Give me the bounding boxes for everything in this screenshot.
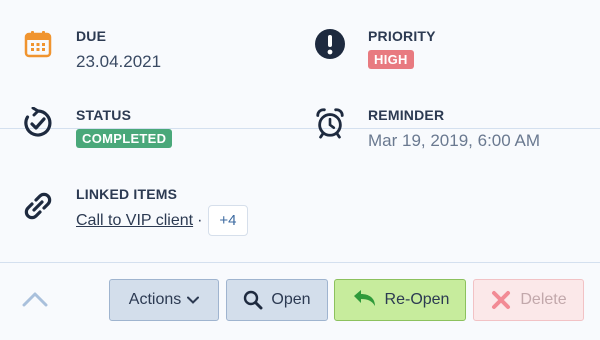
status-field: STATUS COMPLETED — [22, 107, 282, 157]
linked-items-field: LINKED ITEMS Call to VIP client · +4 — [22, 186, 342, 242]
status-check-icon — [22, 107, 54, 139]
actions-button[interactable]: Actions — [109, 279, 219, 321]
due-label: DUE — [76, 28, 107, 44]
reminder-value: Mar 19, 2019, 6:00 AM — [368, 131, 540, 150]
collapse-button[interactable] — [21, 290, 49, 312]
linked-items-label: LINKED ITEMS — [76, 186, 178, 202]
delete-label: Delete — [520, 291, 567, 308]
chevron-down-icon — [187, 296, 200, 304]
link-icon — [22, 190, 54, 222]
actions-label: Actions — [128, 291, 182, 308]
open-button[interactable]: Open — [226, 279, 328, 321]
open-label: Open — [271, 291, 311, 308]
due-field: DUE 23.04.2021 — [22, 28, 282, 78]
status-badge: COMPLETED — [76, 129, 173, 148]
calendar-icon — [22, 28, 54, 60]
priority-badge: HIGH — [368, 50, 414, 69]
undo-arrow-icon — [351, 289, 377, 311]
reminder-field: REMINDER Mar 19, 2019, 6:00 AM — [314, 107, 584, 157]
more-linked-button[interactable]: +4 — [208, 205, 248, 236]
footer-divider — [0, 262, 600, 263]
status-label: STATUS — [76, 107, 132, 123]
close-icon — [490, 289, 512, 311]
linked-items-row: Call to VIP client · +4 — [76, 205, 248, 236]
priority-label: PRIORITY — [368, 28, 436, 44]
reopen-button[interactable]: Re-Open — [334, 279, 466, 321]
alarm-clock-icon — [314, 107, 346, 139]
reminder-label: REMINDER — [368, 107, 445, 123]
separator-dot: · — [197, 211, 203, 229]
search-icon — [243, 290, 263, 310]
chevron-up-icon — [22, 291, 48, 312]
delete-button[interactable]: Delete — [473, 279, 584, 321]
priority-field: PRIORITY HIGH — [314, 28, 574, 78]
reopen-label: Re-Open — [384, 291, 450, 308]
exclamation-circle-icon — [314, 28, 346, 60]
linked-item-link[interactable]: Call to VIP client — [76, 212, 193, 230]
due-value: 23.04.2021 — [76, 52, 162, 71]
